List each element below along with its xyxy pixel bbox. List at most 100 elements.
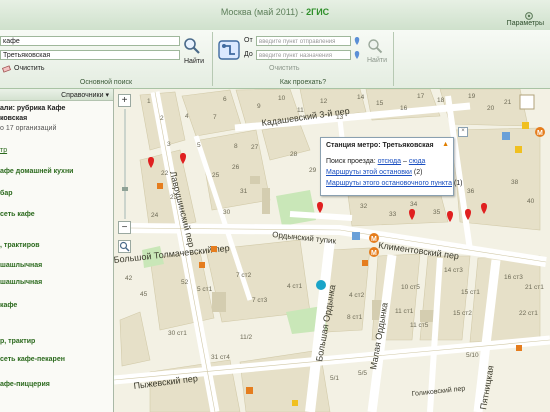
house-number: 7 ст2: [236, 272, 252, 279]
collapse-icon[interactable]: ▲: [442, 141, 449, 148]
house-number: 11/2: [240, 334, 253, 341]
house-number: 38: [511, 179, 519, 186]
house-number: 31 ст4: [211, 354, 230, 361]
sidebar-item[interactable]: тр: [0, 147, 7, 154]
point-routes-link[interactable]: Маршруты этого остановочного пункта: [326, 180, 452, 187]
house-number: 32: [360, 203, 368, 210]
title-separator: -: [298, 7, 307, 17]
popup-route-label: Поиск проезда:: [326, 158, 376, 165]
house-number: 17: [417, 93, 425, 100]
house-number: 5 ст1: [197, 286, 213, 293]
metro-popup: Станция метро: Третьяковская ▲ Поиск про…: [320, 137, 463, 196]
from-here-link[interactable]: отсюда: [378, 158, 401, 165]
sidebar-item[interactable]: шашлычная: [0, 279, 42, 286]
sidebar-header: Справочники ▾: [0, 89, 113, 101]
house-number: 15: [376, 100, 384, 107]
house-number: 9: [257, 103, 261, 110]
house-number: 52: [181, 279, 189, 286]
zoom-control: + −: [118, 94, 132, 254]
from-label: От: [244, 37, 253, 44]
sidebar-item[interactable]: кафе: [0, 302, 17, 309]
cafe-icon[interactable]: [362, 260, 368, 266]
popup-close-icon[interactable]: ×: [458, 127, 468, 137]
sidebar: Справочники ▾ али: рубрика Кафе ковская о …: [0, 89, 114, 412]
house-number: 7: [213, 114, 217, 121]
zoom-in-button[interactable]: +: [118, 94, 131, 107]
house-number: 1: [147, 98, 151, 105]
cafe-icon[interactable]: [211, 246, 217, 252]
pick-point-icon[interactable]: [353, 50, 361, 60]
cafe-icon[interactable]: [199, 262, 205, 268]
house-number: 22 ст1: [519, 310, 538, 317]
route-search-line: Поиск проезда: отсюда – сюда: [326, 158, 425, 165]
title-bar: Москва (май 2011) - 2ГИС Параметры: [0, 0, 550, 31]
route-search-group-label: Как проехать?: [279, 79, 327, 86]
reference-dropdown[interactable]: Справочники ▾: [61, 91, 109, 99]
house-number: 14 ст3: [444, 267, 463, 274]
house-number: 8: [234, 143, 238, 150]
cafe-icon[interactable]: [157, 183, 163, 189]
house-number: 5/5: [358, 370, 367, 377]
house-number: 7 ст3: [252, 297, 268, 304]
sidebar-item[interactable]: афе домашней кухни: [0, 168, 73, 175]
stop-routes-link[interactable]: Маршруты этой остановки: [326, 169, 412, 176]
sidebar-item[interactable]: сеть кафе: [0, 211, 35, 218]
house-number: 5: [197, 142, 201, 149]
sidebar-item[interactable]: шашлычная: [0, 262, 42, 269]
sidebar-item[interactable]: бар: [0, 190, 13, 197]
ribbon: кафе Третьяковская Найти Очистить Основн…: [0, 30, 550, 89]
route-clear-button[interactable]: Очистить: [269, 65, 299, 72]
zoom-out-button[interactable]: −: [118, 221, 131, 234]
sidebar-item[interactable]: афе-пиццерия: [0, 381, 50, 388]
sidebar-item[interactable]: сеть кафе-пекарен: [0, 356, 65, 363]
popup-title: Станция метро: Третьяковская: [326, 142, 434, 149]
house-number: 31: [240, 188, 248, 195]
window-title: Москва (май 2011) - 2ГИС: [0, 7, 550, 17]
sidebar-item[interactable]: , трактиров: [0, 242, 40, 249]
route-find-button[interactable]: Найти: [367, 57, 387, 64]
eraser-icon[interactable]: [2, 65, 11, 73]
house-number: 16: [400, 105, 408, 112]
cafe-icon[interactable]: [516, 345, 522, 351]
app-name: 2ГИС: [306, 7, 330, 17]
house-number: 22: [161, 170, 169, 177]
sidebar-item[interactable]: р, трактир: [0, 338, 35, 345]
house-number: 42: [125, 275, 133, 282]
house-number: 12: [320, 98, 328, 105]
magnifier-icon[interactable]: [118, 240, 131, 253]
zoom-slider[interactable]: [122, 109, 128, 219]
house-number: 3: [167, 141, 171, 148]
house-number: 30 ст1: [168, 330, 187, 337]
house-number: 21 ст1: [525, 284, 544, 291]
house-number: 6: [223, 96, 227, 103]
route-from-input[interactable]: введите пункт отправления: [256, 36, 351, 46]
house-number: 10: [278, 95, 286, 102]
route-search-group: От До введите пункт отправления введите …: [213, 30, 393, 88]
house-number: 27: [251, 144, 259, 151]
sidebar-item: али: рубрика Кафе: [0, 105, 66, 112]
route-to-input[interactable]: введите пункт назначения: [256, 50, 351, 60]
house-number: 4: [185, 113, 189, 120]
house-number: 15 ст1: [461, 289, 480, 296]
search-field-rubric[interactable]: кафе: [0, 36, 180, 46]
search-icon[interactable]: [367, 38, 383, 54]
parameters-button[interactable]: Параметры: [507, 20, 544, 27]
house-number: 11 ст5: [410, 322, 429, 329]
house-number: 21: [504, 99, 512, 106]
search-field-place[interactable]: Третьяковская: [0, 50, 180, 60]
house-number: 4 ст1: [287, 283, 303, 290]
house-number: 28: [290, 151, 298, 158]
house-number: 10 ст5: [401, 284, 420, 291]
to-here-link[interactable]: сюда: [409, 158, 426, 165]
find-button[interactable]: Найти: [184, 58, 204, 65]
svg-text:М: М: [537, 130, 543, 137]
point-routes-line: Маршруты этого остановочного пункта (1): [326, 180, 463, 187]
pick-point-icon[interactable]: [353, 36, 361, 46]
house-number: 26: [232, 164, 240, 171]
svg-text:М: М: [371, 236, 377, 243]
clear-button[interactable]: Очистить: [14, 65, 44, 72]
main-search-group: кафе Третьяковская Найти Очистить Основн…: [0, 30, 212, 88]
search-icon[interactable]: [183, 37, 201, 55]
stop-routes-line: Маршруты этой остановки (2): [326, 169, 422, 176]
stop-routes-count: (2): [413, 169, 423, 176]
